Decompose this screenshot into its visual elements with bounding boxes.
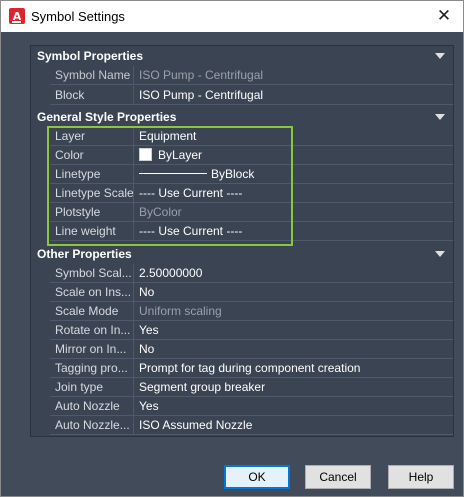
property-label: Color (50, 146, 134, 164)
property-value: No (139, 342, 155, 356)
property-label: Line weight (50, 222, 134, 240)
property-value: 2.50000000 (139, 266, 203, 280)
property-value-linetype: ByBlock (135, 165, 453, 183)
property-value: ---- Use Current ---- (139, 186, 243, 200)
property-label: Auto Nozzle (50, 397, 134, 415)
property-label: Scale on Ins... (50, 283, 134, 301)
property-row-mirror-on-insert[interactable]: Mirror on In... No (50, 340, 453, 359)
property-row-symbol-scale[interactable]: Symbol Scal... 2.50000000 (50, 264, 453, 283)
property-value: ---- Use Current ---- (139, 224, 243, 238)
symbol-settings-dialog: A Symbol Settings ✕ Symbol Properties Sy… (0, 0, 464, 497)
section-title: Other Properties (37, 247, 132, 261)
property-label: Layer (50, 127, 134, 145)
property-value: ISO Assumed Nozzle (139, 418, 253, 432)
property-label: Auto Nozzle... (50, 416, 134, 434)
linetype-value-text: ByBlock (211, 167, 255, 181)
property-row-scale-mode[interactable]: Scale Mode Uniform scaling (50, 302, 453, 321)
property-label: Scale Mode (50, 302, 134, 320)
autocad-app-icon: A (9, 8, 25, 24)
window-title: Symbol Settings (31, 9, 125, 24)
section-title: General Style Properties (37, 110, 177, 124)
property-value: Yes (139, 399, 159, 413)
color-value-text: ByLayer (158, 148, 203, 162)
property-label: Plotstyle (50, 203, 134, 221)
title-bar: A Symbol Settings ✕ (1, 1, 463, 32)
property-row-auto-nozzle[interactable]: Auto Nozzle Yes (50, 397, 453, 416)
color-swatch-icon (139, 148, 152, 161)
property-row-layer[interactable]: Layer Equipment (50, 127, 453, 146)
property-label: Linetype Scale (50, 184, 134, 202)
property-row-symbol-name[interactable]: Symbol Name ISO Pump - Centrifugal (50, 66, 453, 85)
property-value: ISO Pump - Centrifugal (139, 68, 264, 82)
property-value-color: ByLayer (135, 146, 453, 164)
property-label: Symbol Name (50, 66, 134, 84)
section-header-other-properties[interactable]: Other Properties (31, 244, 453, 264)
property-label: Join type (50, 378, 134, 396)
property-label: Block (50, 86, 134, 104)
ok-button[interactable]: OK (224, 465, 290, 489)
property-row-color[interactable]: Color ByLayer (50, 146, 453, 165)
properties-grid: Symbol Properties Symbol Name ISO Pump -… (30, 45, 454, 437)
section-title: Symbol Properties (37, 49, 144, 63)
property-label: Symbol Scal... (50, 264, 134, 282)
help-button[interactable]: Help (388, 465, 454, 489)
property-label: Rotate on In... (50, 321, 134, 339)
property-row-block[interactable]: Block ISO Pump - Centrifugal (50, 86, 453, 105)
property-row-scale-on-insert[interactable]: Scale on Ins... No (50, 283, 453, 302)
collapse-arrow-icon[interactable] (435, 251, 445, 257)
close-icon[interactable]: ✕ (431, 4, 457, 28)
linetype-preview-icon (139, 173, 207, 174)
property-row-auto-nozzle-type[interactable]: Auto Nozzle... ISO Assumed Nozzle (50, 416, 453, 435)
property-value: ByColor (139, 205, 182, 219)
property-value: Equipment (139, 129, 197, 143)
section-header-general-style[interactable]: General Style Properties (31, 107, 453, 127)
cancel-button[interactable]: Cancel (305, 465, 371, 489)
property-label: Mirror on In... (50, 340, 134, 358)
property-value: Uniform scaling (139, 304, 222, 318)
property-value: No (139, 285, 155, 299)
property-row-line-weight[interactable]: Line weight ---- Use Current ---- (50, 222, 453, 241)
property-value: Segment group breaker (139, 380, 266, 394)
property-row-plotstyle[interactable]: Plotstyle ByColor (50, 203, 453, 222)
property-label: Tagging pro... (50, 359, 134, 377)
property-row-linetype-scale[interactable]: Linetype Scale ---- Use Current ---- (50, 184, 453, 203)
collapse-arrow-icon[interactable] (435, 114, 445, 120)
property-value: ISO Pump - Centrifugal (139, 88, 264, 102)
property-row-tagging[interactable]: Tagging pro... Prompt for tag during com… (50, 359, 453, 378)
property-row-linetype[interactable]: Linetype ByBlock (50, 165, 453, 184)
section-header-symbol-properties[interactable]: Symbol Properties (31, 46, 453, 66)
property-value: Yes (139, 323, 159, 337)
property-value: Prompt for tag during component creation (139, 361, 361, 375)
property-label: Linetype (50, 165, 134, 183)
property-row-rotate-on-insert[interactable]: Rotate on In... Yes (50, 321, 453, 340)
property-row-join-type[interactable]: Join type Segment group breaker (50, 378, 453, 397)
collapse-arrow-icon[interactable] (435, 53, 445, 59)
